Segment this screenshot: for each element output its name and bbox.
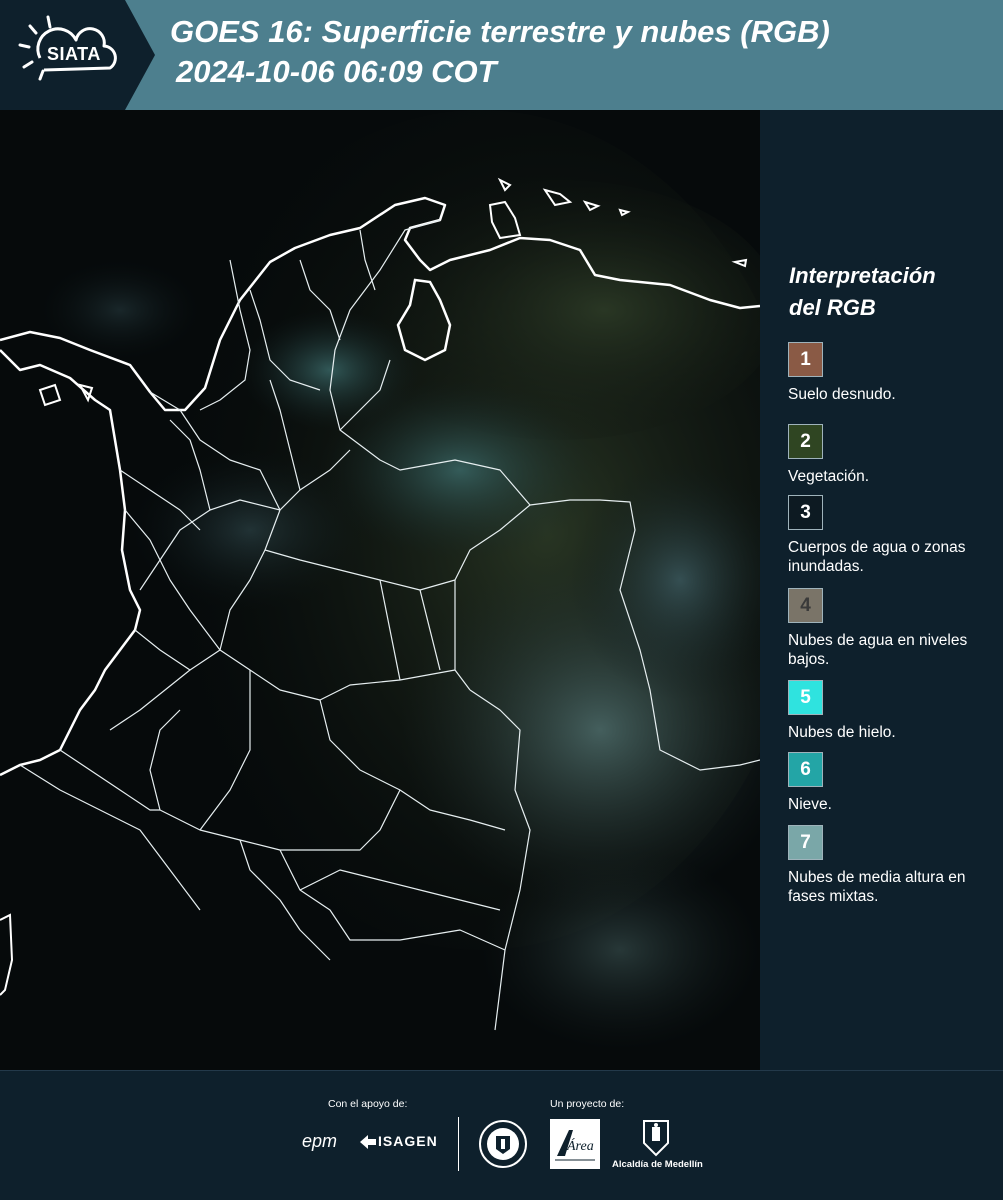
legend-item: 7 Nubes de media altura en fases mixtas. [788,825,998,906]
legend-swatch: 6 [788,752,823,787]
legend-swatch: 7 [788,825,823,860]
legend-item: 6 Nieve. [788,752,998,814]
medellin-seal-logo [478,1119,528,1174]
legend-label: Nubes de media altura en fases mixtas. [788,869,966,905]
alcaldia-crest-logo [612,1119,700,1162]
legend-item: 1 Suelo desnudo. [788,342,998,404]
isagen-mark-icon [360,1135,376,1150]
legend-label: Cuerpos de agua o zonas inundadas. [788,539,966,575]
support-label: Con el apoyo de: [328,1098,408,1110]
legend-label: Vegetación. [788,468,870,485]
page-title: GOES 16: Superficie terrestre y nubes (R… [170,14,830,49]
legend-item: 5 Nubes de hielo. [788,680,998,742]
legend-swatch: 1 [788,342,823,377]
satellite-map [0,110,760,1070]
siata-logo: SIATA [0,0,160,110]
legend-title-line2: del RGB [789,295,876,320]
area-metropolitana-logo: Área [550,1119,600,1169]
footer-divider [458,1117,459,1171]
siata-logo-text: SIATA [47,44,101,64]
alcaldia-text: Alcaldía de Medellín [612,1159,703,1170]
area-logo-text: Área [566,1137,594,1154]
isagen-text: ISAGEN [378,1133,438,1149]
legend-label: Nubes de hielo. [788,724,896,741]
header-bar: SIATA GOES 16: Superficie terrestre y nu… [0,0,1003,110]
legend-title: Interpretación del RGB [789,260,989,324]
legend-item: 3 Cuerpos de agua o zonas inundadas. [788,495,998,576]
timestamp-title: 2024-10-06 06:09 COT [176,54,497,89]
legend-label: Nieve. [788,796,832,813]
legend-item: 2 Vegetación. [788,424,998,486]
legend-label: Nubes de agua en niveles bajos. [788,632,968,668]
legend-swatch: 3 [788,495,823,530]
legend-panel: Interpretación del RGB 1 Suelo desnudo. 2 V… [776,110,1003,1070]
legend-title-line1: Interpretación [789,263,936,288]
legend-swatch: 4 [788,588,823,623]
epm-logo: epm [302,1131,338,1151]
legend-swatch: 2 [788,424,823,459]
legend-item: 4 Nubes de agua en niveles bajos. [788,588,998,669]
legend-swatch: 5 [788,680,823,715]
isagen-logo: ISAGEN [360,1133,438,1150]
project-label: Un proyecto de: [550,1098,625,1110]
footer: Con el apoyo de: Un proyecto de: epm ISA… [0,1070,1003,1200]
legend-label: Suelo desnudo. [788,386,896,403]
